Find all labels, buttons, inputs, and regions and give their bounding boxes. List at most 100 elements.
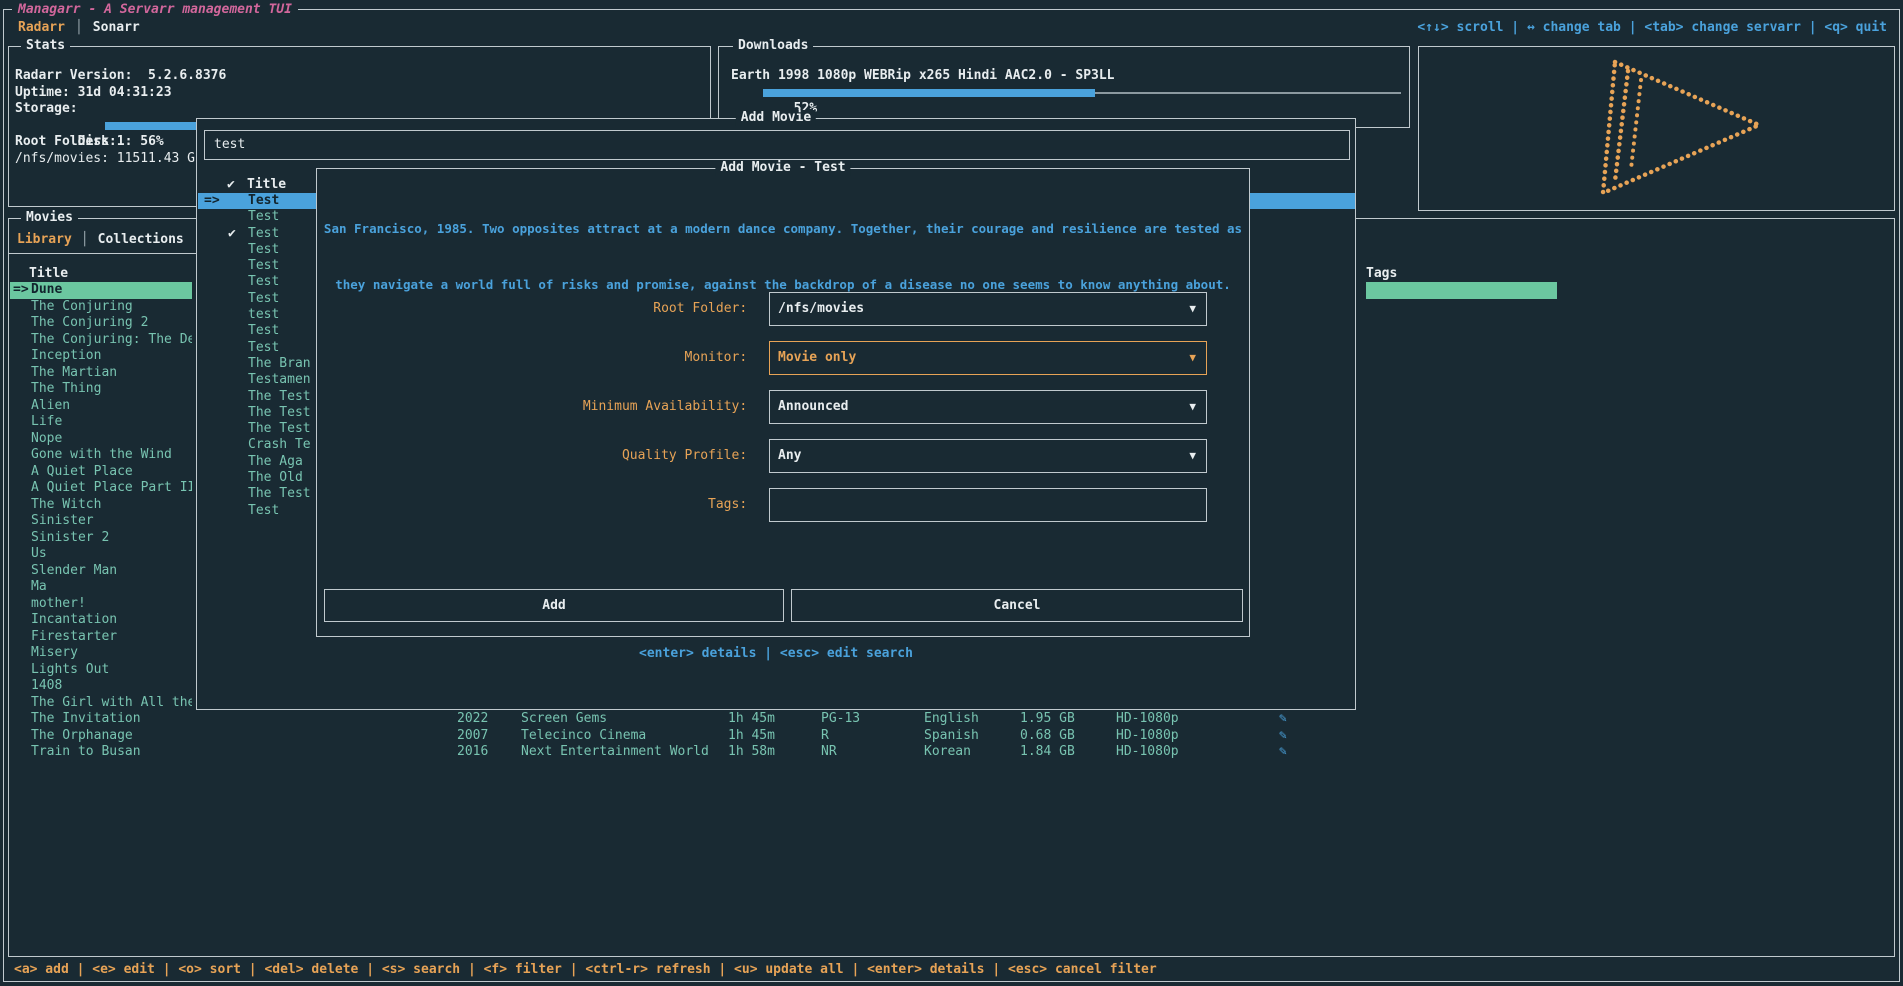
- cell-language: Spanish: [924, 728, 979, 745]
- result-title: Testamen: [248, 372, 311, 388]
- column-header-tags: Tags: [1366, 266, 1397, 281]
- column-header-title: Title: [29, 266, 68, 281]
- movie-list-item[interactable]: 1408: [10, 678, 192, 695]
- movie-title: Life: [31, 414, 62, 429]
- tab-collections[interactable]: Collections: [98, 232, 184, 247]
- movie-title: Sinister 2: [31, 530, 109, 545]
- disk-usage-row: Disk 1: 56%: [15, 118, 226, 135]
- stat-uptime: Uptime: 31d 04:31:23: [15, 85, 226, 102]
- overview-line: San Francisco, 1985. Two opposites attra…: [317, 220, 1249, 239]
- movie-list-item[interactable]: The Conjuring: The De: [10, 332, 192, 349]
- result-title: Test: [248, 242, 279, 258]
- add-movie-modal: Add Movie - Test San Francisco, 1985. Tw…: [316, 168, 1250, 637]
- dropdown-arrow-icon: ▼: [1189, 391, 1196, 423]
- movie-list-item[interactable]: The Girl with All the: [10, 695, 192, 712]
- cell-year: 2007: [457, 728, 488, 745]
- movie-list-item[interactable]: Sinister 2: [10, 530, 192, 547]
- cell-rating: NR: [821, 744, 837, 761]
- movie-list-item[interactable]: Train to Busan: [10, 744, 192, 761]
- field-value: Movie only: [778, 342, 856, 374]
- downloads-panel: Downloads Earth 1998 1080p WEBRip x265 H…: [718, 46, 1410, 128]
- field-label: Root Folder:: [317, 292, 755, 326]
- monitor-dropdown[interactable]: Movie only▼: [769, 341, 1207, 375]
- result-title: Test: [248, 503, 279, 519]
- selected-row-prefix: =>: [13, 282, 29, 299]
- result-title: test: [248, 307, 279, 323]
- movie-title: Alien: [31, 398, 70, 413]
- movie-list-item[interactable]: The Martian: [10, 365, 192, 382]
- results-title-header: Title: [247, 177, 286, 194]
- movie-title: Us: [31, 546, 47, 561]
- movie-list-item[interactable]: The Conjuring 2: [10, 315, 192, 332]
- monitored-pencil-icon: ✎: [1279, 728, 1287, 745]
- movie-list-item[interactable]: Life: [10, 414, 192, 431]
- dropdown-arrow-icon: ▼: [1189, 440, 1196, 472]
- movie-list-item[interactable]: Ma: [10, 579, 192, 596]
- cell-quality: HD-1080p: [1116, 728, 1179, 745]
- in-library-check-icon: ✔: [228, 226, 236, 242]
- stat-version: Radarr Version: 5.2.6.8376: [15, 68, 226, 85]
- minimum-availability-dropdown[interactable]: Announced ▼: [769, 390, 1207, 424]
- movie-list-item[interactable]: Us: [10, 546, 192, 563]
- add-button[interactable]: Add: [324, 589, 784, 622]
- movie-list-item[interactable]: Firestarter: [10, 629, 192, 646]
- result-title: The Aga: [248, 454, 303, 470]
- movie-list-item[interactable]: The Orphanage: [10, 728, 192, 745]
- global-keybinds: <↑↓> scroll | ↔ change tab | <tab> chang…: [1417, 20, 1887, 35]
- popup-keybinds: <enter> details | <esc> edit search: [197, 646, 1355, 661]
- result-title: Crash Te: [248, 437, 311, 453]
- movie-title: The Conjuring: The De: [31, 332, 192, 347]
- movie-list-item[interactable]: The Thing: [10, 381, 192, 398]
- tab-sonarr[interactable]: Sonarr: [93, 20, 140, 35]
- tab-library[interactable]: Library: [17, 232, 72, 247]
- tab-radarr[interactable]: Radarr: [18, 20, 65, 35]
- result-title: Test: [248, 193, 279, 209]
- movie-list-item[interactable]: Lights Out: [10, 662, 192, 679]
- movie-list-item[interactable]: The Conjuring: [10, 299, 192, 316]
- tags-input[interactable]: [769, 488, 1207, 522]
- disk-gauge-fill: [105, 122, 200, 130]
- movie-title: Nope: [31, 431, 62, 446]
- play-logo-icon: [1551, 55, 1776, 200]
- movie-list-item[interactable]: A Quiet Place: [10, 464, 192, 481]
- movie-title: A Quiet Place: [31, 464, 133, 479]
- cell-rating: R: [821, 728, 829, 745]
- movie-list-item[interactable]: Alien: [10, 398, 192, 415]
- movie-list-item[interactable]: Sinister: [10, 513, 192, 530]
- cell-studio: Screen Gems: [521, 711, 607, 728]
- movie-list-item[interactable]: Nope: [10, 431, 192, 448]
- form-row: Quality Profile: Any▼: [317, 439, 1249, 473]
- library-tab-separator: │: [81, 232, 89, 247]
- movie-list-item[interactable]: Incantation: [10, 612, 192, 629]
- form-row: Monitor: Movie only▼: [317, 341, 1249, 375]
- movie-title: The Martian: [31, 365, 117, 380]
- movie-list-item[interactable]: Slender Man: [10, 563, 192, 580]
- movie-list-item[interactable]: =>Dune: [10, 282, 192, 299]
- movie-title: Inception: [31, 348, 101, 363]
- result-title: Test: [248, 274, 279, 290]
- movie-list-item[interactable]: Gone with the Wind: [10, 447, 192, 464]
- cell-runtime: 1h 45m: [728, 728, 775, 745]
- movie-title: The Invitation: [31, 711, 141, 726]
- movie-search-input[interactable]: test: [204, 130, 1350, 160]
- movie-list-item[interactable]: Inception: [10, 348, 192, 365]
- movie-list-item[interactable]: A Quiet Place Part II: [10, 480, 192, 497]
- movie-title: mother!: [31, 596, 86, 611]
- movie-list-item[interactable]: The Invitation: [10, 711, 192, 728]
- library-tabs: Library│Collections│: [17, 232, 210, 247]
- cell-quality: HD-1080p: [1116, 744, 1179, 761]
- cancel-button[interactable]: Cancel: [791, 589, 1243, 622]
- movie-list-item[interactable]: The Witch: [10, 497, 192, 514]
- field-value: Any: [778, 440, 801, 472]
- movie-title: Sinister: [31, 513, 94, 528]
- cell-year: 2016: [457, 744, 488, 761]
- download-gauge-fill: [763, 89, 1095, 97]
- field-value: Announced: [778, 391, 848, 423]
- result-title: The Old: [248, 470, 303, 486]
- movie-list-item[interactable]: mother!: [10, 596, 192, 613]
- movie-list-item[interactable]: Misery: [10, 645, 192, 662]
- cell-year: 2022: [457, 711, 488, 728]
- root-folder-dropdown[interactable]: /nfs/movies▼: [769, 292, 1207, 326]
- quality-profile-dropdown[interactable]: Any ▼: [769, 439, 1207, 473]
- add-movie-popup-title: Add Movie: [736, 110, 816, 126]
